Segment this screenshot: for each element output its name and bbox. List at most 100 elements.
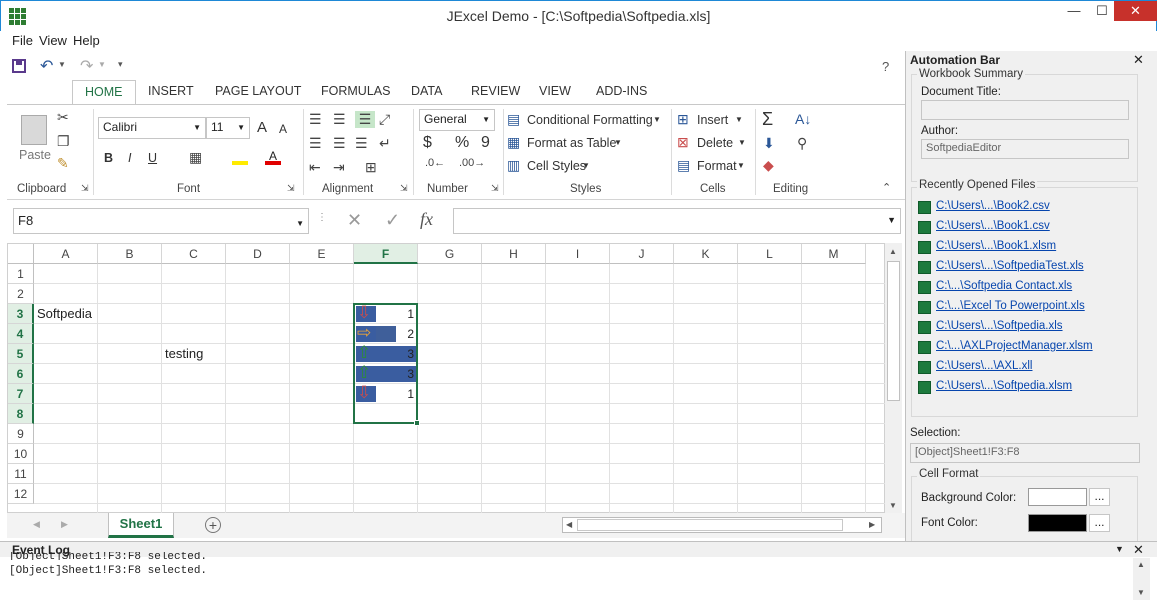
sheet-tab-sheet1[interactable]: Sheet1	[108, 513, 174, 538]
row-header-6[interactable]: 6	[8, 364, 34, 384]
event-log-scrollbar[interactable]: ▲ ▼	[1133, 558, 1150, 600]
tab-review[interactable]: REVIEW	[471, 84, 520, 98]
borders-icon[interactable]: ▦	[189, 149, 202, 166]
column-header-f[interactable]: F	[354, 244, 418, 264]
cell-c5[interactable]: testing	[165, 346, 203, 361]
font-name-select[interactable]: Calibri ▼	[98, 117, 206, 139]
close-automation-icon[interactable]: ✕	[1133, 52, 1144, 68]
recent-file-link[interactable]: C:\...\Softpedia Contact.xls	[936, 280, 1072, 292]
ribbon-help-button[interactable]: ?	[882, 59, 889, 74]
menu-file[interactable]: File	[12, 33, 33, 48]
row-header-12[interactable]: 12	[8, 484, 34, 504]
scroll-left-icon[interactable]: ◀	[566, 520, 572, 529]
increase-indent-icon[interactable]: ⇥	[333, 159, 345, 176]
redo-dropdown-icon[interactable]: ▼	[98, 60, 106, 69]
add-sheet-button[interactable]: +	[205, 517, 221, 533]
chevron-down-icon[interactable]: ▼	[614, 138, 622, 147]
font-color-icon[interactable]: A	[265, 149, 281, 165]
spreadsheet-grid[interactable]: A B C D E F G H I J K L M 1 2 3 4 5 6 7 8 9 10 11 12 Softpedia tes…	[7, 243, 886, 514]
menu-help[interactable]: Help	[73, 33, 100, 48]
vertical-scroll-thumb[interactable]	[887, 261, 900, 401]
column-header-l[interactable]: L	[738, 244, 802, 264]
prev-sheet-icon[interactable]: ◀	[33, 519, 40, 530]
chevron-down-icon[interactable]: ▼	[653, 115, 661, 124]
scroll-down-icon[interactable]: ▼	[889, 501, 897, 510]
recent-file-link[interactable]: C:\Users\...\Book2.csv	[936, 200, 1050, 212]
fill-handle[interactable]	[414, 420, 420, 426]
redo-icon[interactable]: ↷	[80, 56, 93, 76]
align-top-icon[interactable]: ☰	[309, 111, 322, 128]
row-header-7[interactable]: 7	[8, 384, 34, 404]
format-as-table-button[interactable]: Format as Table	[527, 136, 616, 150]
column-header-k[interactable]: K	[674, 244, 738, 264]
shrink-font-button[interactable]: A	[279, 122, 287, 136]
row-header-9[interactable]: 9	[8, 424, 34, 444]
conditional-formatting-button[interactable]: Conditional Formatting	[527, 113, 653, 127]
align-left-icon[interactable]: ☰	[309, 135, 322, 152]
chevron-down-icon[interactable]: ▼	[735, 115, 743, 124]
undo-icon[interactable]: ↶	[40, 56, 53, 76]
row-header-10[interactable]: 10	[8, 444, 34, 464]
enter-formula-icon[interactable]: ✓	[385, 210, 400, 231]
vertical-scrollbar[interactable]: ▲ ▼	[885, 243, 902, 513]
row-header-8[interactable]: 8	[8, 404, 34, 424]
increase-decimal-icon[interactable]: .0←	[425, 157, 445, 169]
autosum-button[interactable]: Σ	[762, 109, 773, 130]
tab-formulas[interactable]: FORMULAS	[321, 84, 390, 98]
minimize-button[interactable]: —	[1060, 1, 1088, 21]
column-header-i[interactable]: I	[546, 244, 610, 264]
merge-center-icon[interactable]: ⊞	[365, 159, 377, 176]
menu-view[interactable]: View	[39, 33, 67, 48]
row-header-5[interactable]: 5	[8, 344, 34, 364]
align-center-icon[interactable]: ☰	[333, 135, 346, 152]
automation-scrollbar[interactable]	[1143, 111, 1156, 541]
close-event-log-icon[interactable]: ✕	[1133, 542, 1144, 558]
grow-font-button[interactable]: A	[257, 119, 267, 136]
alignment-launcher-icon[interactable]: ⇲	[400, 183, 408, 194]
tab-add-ins[interactable]: ADD-INS	[596, 84, 647, 98]
cut-icon[interactable]: ✂	[57, 109, 69, 126]
row-header-1[interactable]: 1	[8, 264, 34, 284]
recent-file-link[interactable]: C:\Users\...\SoftpediaTest.xls	[936, 260, 1084, 272]
select-all-corner[interactable]	[8, 244, 34, 264]
italic-button[interactable]: I	[128, 151, 131, 165]
format-cells-icon[interactable]: ▤	[677, 157, 690, 174]
column-header-m[interactable]: M	[802, 244, 866, 264]
save-icon[interactable]	[12, 59, 26, 73]
recent-file-link[interactable]: C:\Users\...\Book1.xlsm	[936, 240, 1056, 252]
chevron-down-icon[interactable]: ▼	[582, 161, 590, 170]
clipboard-launcher-icon[interactable]: ⇲	[81, 183, 89, 194]
comma-style-button[interactable]: 9	[481, 134, 490, 152]
customize-qat-icon[interactable]: ▾	[118, 59, 123, 70]
clear-icon[interactable]: ◆	[763, 157, 774, 174]
delete-cells-icon[interactable]: ⊠	[677, 134, 689, 151]
recent-file-link[interactable]: C:\Users\...\Book1.csv	[936, 220, 1050, 232]
doc-title-input[interactable]	[921, 100, 1129, 120]
cell-styles-icon[interactable]: ▥	[507, 157, 520, 174]
formula-input[interactable]: ▼	[453, 208, 901, 234]
recent-file-link[interactable]: C:\Users\...\AXL.xll	[936, 360, 1033, 372]
insert-cells-icon[interactable]: ⊞	[677, 111, 689, 128]
name-box[interactable]: F8 ▼	[13, 208, 309, 234]
undo-dropdown-icon[interactable]: ▼	[58, 60, 66, 69]
insert-cells-button[interactable]: Insert	[697, 113, 728, 127]
horizontal-scrollbar[interactable]: ◀ ▶	[562, 517, 882, 533]
fill-color-icon[interactable]	[232, 149, 248, 165]
column-header-e[interactable]: E	[290, 244, 354, 264]
underline-button[interactable]: U	[148, 151, 157, 165]
scroll-right-icon[interactable]: ▶	[869, 520, 875, 529]
tab-page-layout[interactable]: PAGE LAYOUT	[215, 84, 301, 98]
bg-color-picker-button[interactable]: ...	[1089, 488, 1110, 506]
font-size-select[interactable]: 11 ▼	[206, 117, 250, 139]
font-color-picker-button[interactable]: ...	[1089, 514, 1110, 532]
format-cells-button[interactable]: Format	[697, 159, 737, 173]
tab-view[interactable]: VIEW	[539, 84, 571, 98]
column-header-b[interactable]: B	[98, 244, 162, 264]
column-header-a[interactable]: A	[34, 244, 98, 264]
font-launcher-icon[interactable]: ⇲	[287, 183, 295, 194]
chevron-down-icon[interactable]: ▼	[738, 138, 746, 147]
number-launcher-icon[interactable]: ⇲	[491, 183, 499, 194]
decrease-decimal-icon[interactable]: .00→	[459, 157, 485, 169]
scroll-down-icon[interactable]: ▼	[1137, 588, 1145, 597]
tab-insert[interactable]: INSERT	[148, 84, 194, 98]
